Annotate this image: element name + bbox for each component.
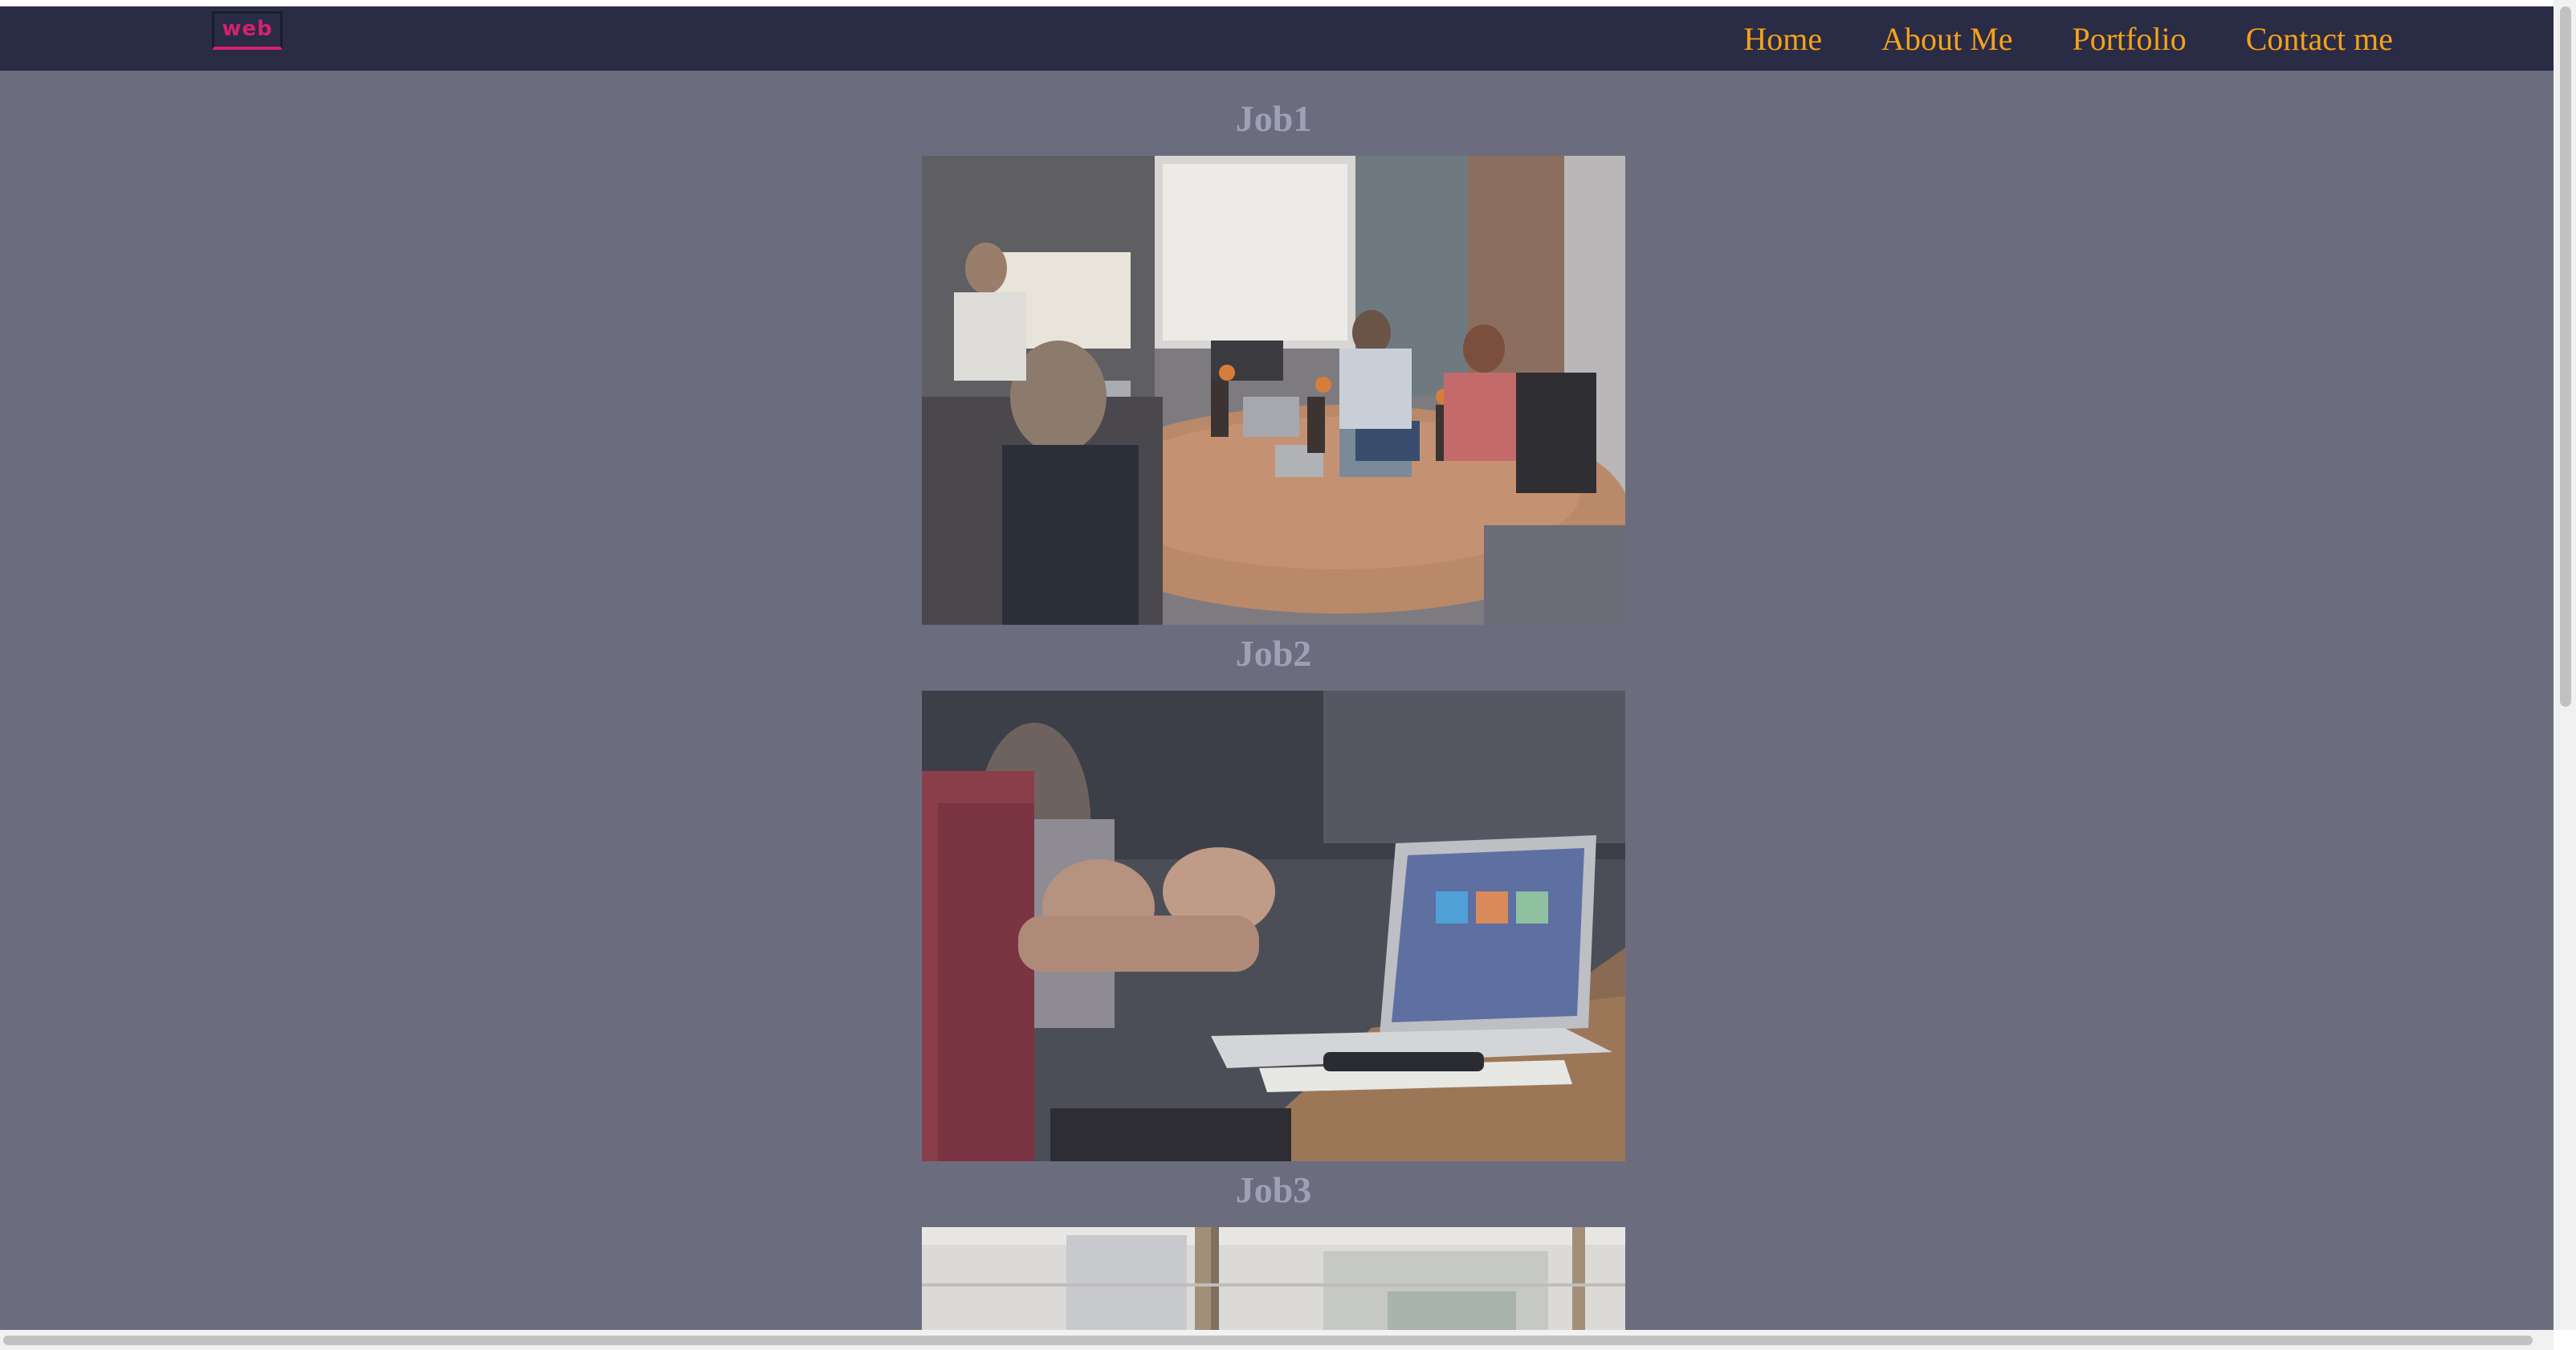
job-image-3 — [922, 1227, 1625, 1330]
meeting-presentation-photo — [922, 156, 1625, 625]
job-title-3: Job3 — [1235, 1169, 1312, 1210]
horizontal-scroll-thumb[interactable] — [3, 1336, 2533, 1345]
browser-viewport: web Home About Me Portfolio Contact me J… — [0, 0, 2576, 1350]
laptop-discussion-photo — [922, 691, 1625, 1161]
job-image-1 — [922, 156, 1625, 625]
vertical-scroll-thumb[interactable] — [2560, 6, 2571, 707]
nav-link-portfolio[interactable]: Portfolio — [2072, 20, 2186, 58]
nav-link-home[interactable]: Home — [1743, 20, 1822, 58]
navbar: web Home About Me Portfolio Contact me — [0, 6, 2554, 71]
horizontal-scrollbar[interactable] — [0, 1330, 2554, 1350]
nav-link-about-me[interactable]: About Me — [1881, 20, 2012, 58]
job-title-1: Job1 — [1235, 98, 1312, 139]
page: web Home About Me Portfolio Contact me J… — [0, 6, 2554, 1330]
nav-link-contact-me[interactable]: Contact me — [2246, 20, 2393, 58]
nav-links: Home About Me Portfolio Contact me — [1743, 6, 2393, 71]
vertical-scrollbar[interactable] — [2554, 0, 2576, 1330]
office-window-photo — [922, 1227, 1625, 1330]
logo[interactable]: web — [212, 11, 283, 50]
job-image-2 — [922, 691, 1625, 1161]
job-title-2: Job2 — [1235, 633, 1312, 674]
